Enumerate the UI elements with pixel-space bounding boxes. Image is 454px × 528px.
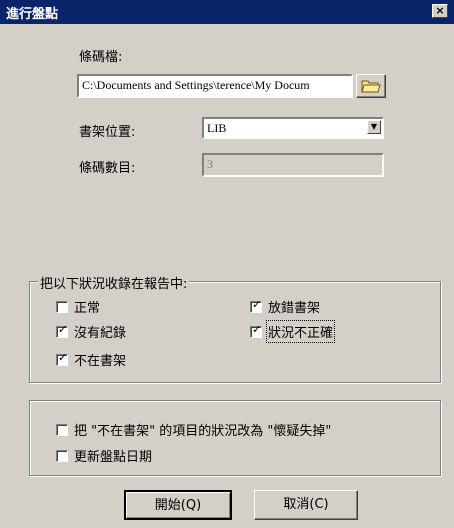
checkbox-box[interactable] — [56, 423, 68, 436]
checkbox-box[interactable] — [56, 449, 68, 462]
check-icon: ✓ — [58, 322, 68, 336]
report-group-title: 把以下狀況收錄在報告中: — [38, 273, 190, 292]
check-icon: ✓ — [252, 322, 262, 336]
shelf-select[interactable]: LIB ▼ — [202, 117, 384, 139]
check-icon: ✓ — [58, 350, 68, 364]
check-icon: ✓ — [252, 297, 262, 311]
barcode-file-label: 條碼檔: — [79, 50, 123, 65]
checkbox-normal[interactable]: 正常 — [56, 297, 100, 316]
checkbox-box[interactable]: ✓ — [56, 322, 68, 338]
checkbox-box[interactable]: ✓ — [56, 350, 68, 366]
shelf-label: 書架位置: — [79, 125, 136, 140]
cancel-button[interactable]: 取消(C) — [254, 490, 358, 520]
checkbox-box[interactable] — [56, 300, 68, 313]
checkbox-no-record[interactable]: ✓ 沒有紀錄 — [56, 322, 126, 341]
checkbox-misplaced[interactable]: ✓ 放錯書架 — [250, 297, 320, 316]
window-title: 進行盤點 — [6, 7, 59, 22]
title-bar: 進行盤點 × — [0, 0, 454, 24]
close-button[interactable]: × — [432, 4, 448, 18]
start-button[interactable]: 開始(Q) — [124, 490, 232, 520]
browse-button[interactable] — [356, 74, 386, 98]
folder-icon — [361, 80, 381, 93]
inventory-dialog: 進行盤點 × 條碼檔: C:\Documents and Settings\te… — [0, 0, 454, 528]
close-icon: × — [435, 4, 445, 17]
checkbox-not-on-shelf[interactable]: ✓ 不在書架 — [56, 350, 126, 369]
barcode-file-input[interactable]: C:\Documents and Settings\terence\My Doc… — [77, 74, 353, 98]
checkbox-wrong-status[interactable]: ✓ 狀況不正確 — [250, 320, 336, 343]
count-field: 3 — [202, 153, 384, 177]
count-label: 條碼數目: — [79, 161, 136, 176]
checkbox-update-date[interactable]: 更新盤點日期 — [56, 446, 152, 465]
checkbox-box[interactable]: ✓ — [250, 297, 262, 313]
checkbox-mark-missing[interactable]: 把 "不在書架" 的項目的狀況改為 "懷疑失掉" — [56, 420, 331, 439]
checkbox-box[interactable]: ✓ — [250, 322, 262, 338]
chevron-down-icon[interactable]: ▼ — [367, 120, 381, 134]
